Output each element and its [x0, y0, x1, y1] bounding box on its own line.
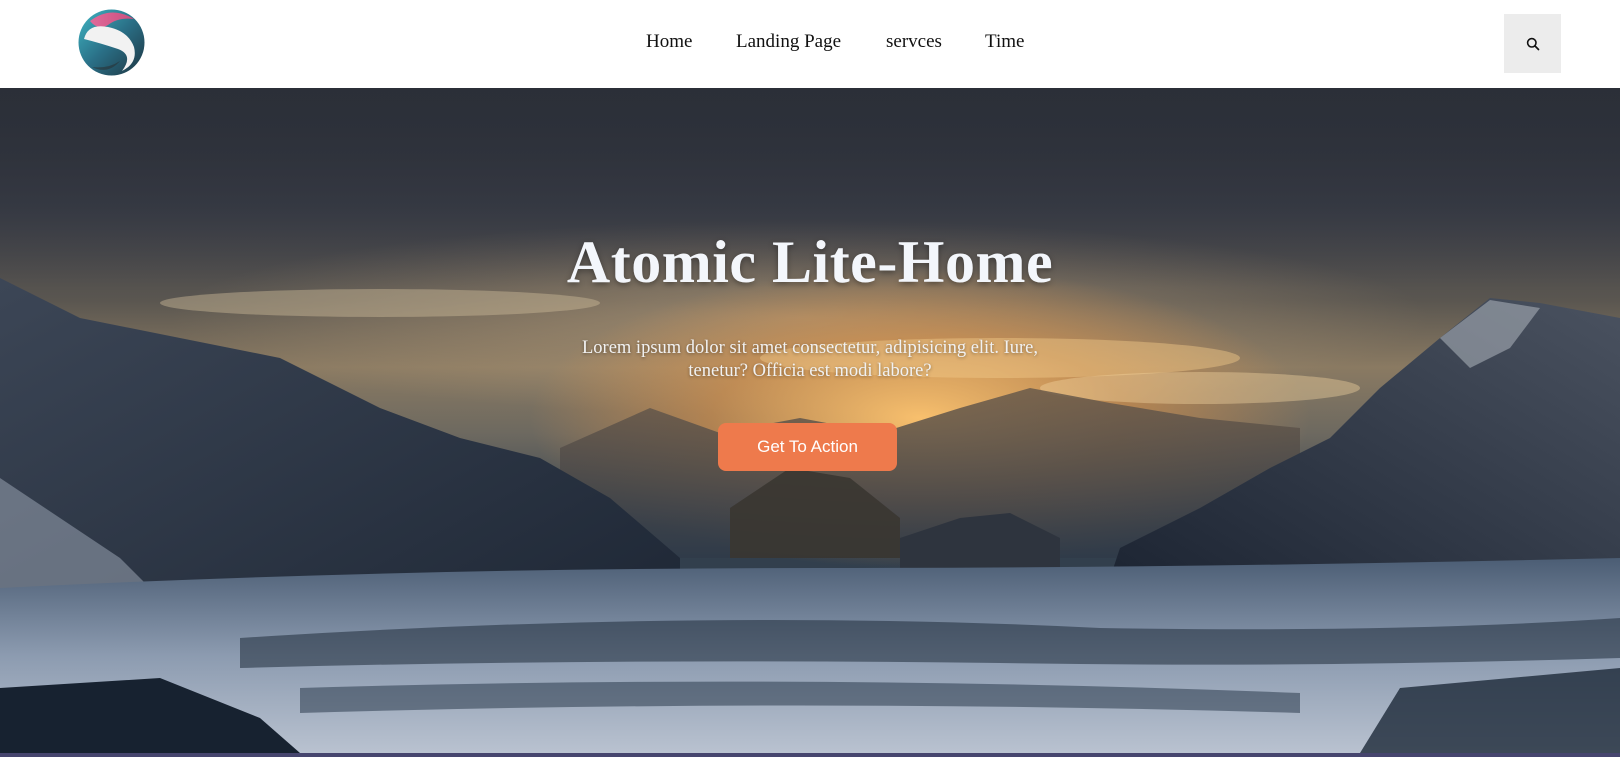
site-header: Home Landing Page servces Time	[0, 0, 1620, 88]
mountain-landscape-image	[0, 88, 1620, 753]
bottom-strip	[0, 753, 1620, 757]
main-nav: Home Landing Page servces Time	[0, 0, 1620, 88]
hero-description: Lorem ipsum dolor sit amet consectetur, …	[582, 338, 1038, 381]
nav-item-home[interactable]: Home	[646, 31, 692, 53]
nav-item-servces[interactable]: servces	[886, 31, 942, 53]
nav-item-time[interactable]: Time	[985, 31, 1024, 53]
get-to-action-button[interactable]: Get To Action	[718, 423, 897, 471]
search-button[interactable]	[1504, 14, 1561, 73]
hero-section: Atomic Lite-Home Lorem ipsum dolor sit a…	[0, 88, 1620, 753]
hero-title: Atomic Lite-Home	[566, 229, 1054, 295]
search-icon	[1526, 37, 1539, 50]
nav-item-landing-page[interactable]: Landing Page	[736, 31, 841, 53]
